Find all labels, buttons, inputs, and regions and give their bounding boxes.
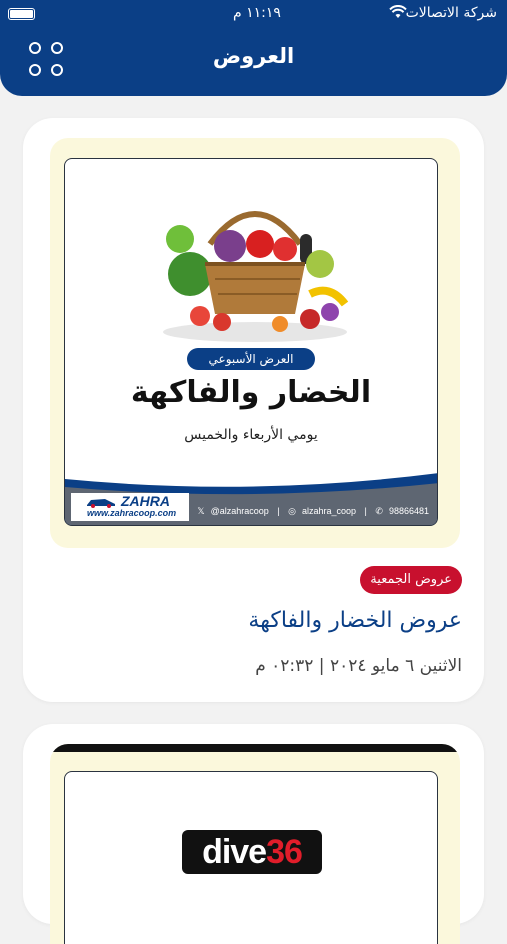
poster-title: الخضار والفاكهة (130, 375, 372, 410)
poster-top-bar (50, 744, 460, 752)
social-ig-handle: alzahra_coop (301, 506, 357, 516)
zahra-logo: ZAHRA www.zahracoop.com (71, 493, 189, 521)
offer-title[interactable]: عروض الخضار والفاكهة (248, 608, 462, 633)
carrier-name: شركة الاتصالات (405, 5, 497, 21)
social-links: 𝕏 @alzahracoop | ◎ alzahra_coop | ✆ 9886648… (197, 506, 429, 516)
instagram-icon: ◎ (288, 506, 296, 516)
status-bar: شركة الاتصالات ١١:١٩ م (0, 3, 507, 25)
battery-icon (8, 8, 35, 20)
poster-subtitle: يومي الأربعاء والخميس (184, 427, 318, 443)
offer-image[interactable]: dive36 (50, 744, 460, 944)
offer-card[interactable]: العرض الأسبوعي الخضار والفاكهة يومي الأر… (23, 118, 484, 702)
status-time: ١١:١٩ م (233, 5, 281, 21)
app-header: شركة الاتصالات ١١:١٩ م العروض (0, 0, 507, 96)
whatsapp-icon: ✆ (375, 506, 383, 516)
poster-frame: dive36 (64, 771, 438, 944)
social-x-handle: @alzahracoop (210, 506, 269, 516)
social-wa-number: 98866481 (388, 506, 429, 516)
wifi-icon (389, 5, 407, 23)
offer-card[interactable]: dive36 (23, 724, 484, 944)
dive36-logo: dive36 (182, 830, 322, 874)
logo-url: www.zahracoop.com (87, 508, 177, 518)
poster-frame: العرض الأسبوعي الخضار والفاكهة يومي الأر… (64, 158, 438, 526)
x-icon: 𝕏 (197, 506, 205, 516)
offer-date: الاثنين ٦ مايو ٢٠٢٤ | ٠٢:٣٢ م (255, 656, 462, 676)
poster-footer: ZAHRA www.zahracoop.com 𝕏 @alzahracoop | … (65, 473, 437, 525)
category-tag: عروض الجمعية (360, 566, 462, 594)
page-title: العروض (212, 44, 295, 68)
poster-badge: العرض الأسبوعي (187, 348, 315, 370)
vegetable-basket-icon (163, 211, 349, 342)
logo-brand: ZAHRA (121, 493, 170, 509)
offer-image[interactable]: العرض الأسبوعي الخضار والفاكهة يومي الأر… (50, 138, 460, 548)
